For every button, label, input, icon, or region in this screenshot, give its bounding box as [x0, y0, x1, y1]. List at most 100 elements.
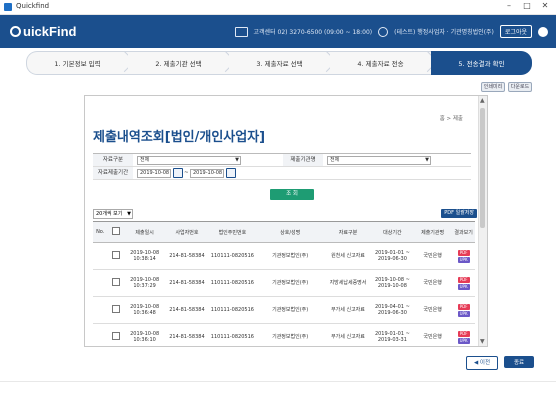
row-corp: 110111-0820516	[208, 242, 257, 270]
col-name: 상호/성명	[256, 221, 325, 243]
row-biz: 214-81-58384	[165, 323, 209, 346]
search-button[interactable]: 조 회	[270, 189, 314, 200]
row-period: 2019-01-01 ~ 2019-03-31	[371, 323, 414, 346]
row-corp: 110111-0820516	[208, 269, 257, 297]
col-type: 자료구분	[324, 221, 372, 243]
step-5-active[interactable]: 5. 전송결과 확인	[431, 51, 532, 75]
header-info: 고객센터 02) 3270-6500 (09:00 ~ 18:00) (테스트)…	[234, 25, 548, 38]
table-row: 2019-10-08 10:37:29 214-81-58384 110111-…	[93, 269, 475, 297]
app-icon	[4, 3, 12, 11]
doc-type-select[interactable]: 전체 ▼	[137, 156, 241, 165]
org-label: 제출기관명	[283, 154, 323, 166]
window-titlebar: Quickfind – □ ✕	[0, 0, 556, 15]
step-progress: 1. 기본정보 입력 2. 제출기관 선택 3. 제출자료 선택 4. 제출자료…	[26, 50, 532, 75]
row-name: 기관정보법인(주)	[256, 296, 325, 324]
download-button[interactable]: 다운로드	[508, 82, 532, 92]
pdf-save-all-button[interactable]: PDF 일괄저장	[441, 209, 477, 218]
row-checkbox[interactable]	[111, 305, 120, 313]
col-no: No.	[93, 221, 108, 243]
table-row: 2019-10-08 10:36:10 214-81-58384 110111-…	[93, 323, 475, 346]
row-org: 국민은행	[413, 242, 453, 270]
row-checkbox[interactable]	[111, 251, 120, 259]
maximize-button[interactable]: □	[520, 1, 534, 10]
monitor-icon	[234, 26, 248, 37]
select-all-checkbox[interactable]	[111, 227, 120, 235]
upk-button[interactable]: UPK	[457, 337, 470, 344]
row-period: 2019-10-08 ~ 2019-10-08	[371, 269, 414, 297]
minimize-button[interactable]: –	[502, 1, 516, 10]
page-size-select[interactable]: 20개씩 보기 ▼	[93, 209, 133, 219]
scroll-thumb[interactable]	[480, 108, 485, 228]
table-header-row: No. 제출일시 사업자번호 법인주민번호 상호/성명 자료구분 대상기간 제출…	[93, 221, 475, 243]
calendar-icon[interactable]	[173, 168, 183, 178]
row-biz: 214-81-58384	[165, 242, 209, 270]
row-type: 지방세납세증명서	[324, 269, 372, 297]
row-type: 부가세 신고자료	[324, 323, 372, 346]
date-to-input[interactable]: 2019-10-08	[190, 169, 224, 178]
col-corp: 법인주민번호	[208, 221, 257, 243]
top-button-group: 인쇄미리 다운로드	[481, 82, 532, 92]
step-2[interactable]: 2. 제출기관 선택	[128, 50, 237, 75]
prev-button[interactable]: ◀ 이전	[466, 356, 498, 370]
col-period: 대상기간	[371, 221, 414, 243]
close-button[interactable]: ✕	[538, 1, 552, 10]
print-preview-button[interactable]: 인쇄미리	[481, 82, 505, 92]
col-org: 제출기관명	[413, 221, 453, 243]
row-type: 부가세 신고자료	[324, 296, 372, 324]
breadcrumb: 홈 > 제출	[439, 116, 463, 122]
logo-q-icon	[10, 26, 21, 37]
upk-button[interactable]: UPK	[457, 310, 470, 317]
col-date: 제출일시	[123, 221, 166, 243]
table-row: 2019-10-08 10:38:14 214-81-58384 110111-…	[93, 242, 475, 270]
row-type: 원천세 신고자료	[324, 242, 372, 270]
form-row-type: 자료구분 전체 ▼ 제출기관명 전체 ▼	[93, 154, 471, 167]
search-form: 자료구분 전체 ▼ 제출기관명 전체 ▼ 자료제출기간 2019-10-08 ~ 2…	[93, 153, 471, 180]
pdf-button[interactable]: PDF	[457, 249, 470, 256]
row-name: 기관정보법인(주)	[256, 242, 325, 270]
quickfind-logo: uickFind	[10, 24, 76, 39]
result-panel: 홈 > 제출 제출내역조회[법인/개인사업자] 자료구분 전체 ▼ 제출기관명 전…	[84, 95, 488, 347]
col-biz: 사업자번호	[165, 221, 209, 243]
logout-button[interactable]: 로그아웃	[499, 25, 532, 38]
row-corp: 110111-0820516	[208, 296, 257, 324]
step-4[interactable]: 4. 제출자료 전송	[330, 50, 439, 75]
pdf-button[interactable]: PDF	[457, 276, 470, 283]
row-date: 2019-10-08 10:37:29	[123, 269, 166, 297]
row-org: 국민은행	[413, 269, 453, 297]
date-separator: ~	[184, 170, 189, 176]
app-header: uickFind 고객센터 02) 3270-6500 (09:00 ~ 18:…	[0, 15, 556, 48]
upk-button[interactable]: UPK	[457, 256, 470, 263]
row-name: 기관정보법인(주)	[256, 323, 325, 346]
support-phone: 고객센터 02) 3270-6500 (09:00 ~ 18:00)	[253, 29, 373, 36]
gear-icon[interactable]	[538, 26, 548, 37]
calendar-icon[interactable]	[226, 168, 236, 178]
result-table: No. 제출일시 사업자번호 법인주민번호 상호/성명 자료구분 대상기간 제출…	[93, 221, 475, 346]
bottom-divider	[0, 381, 556, 382]
panel-scrollbar[interactable]: ▲ ▼	[478, 96, 487, 346]
row-biz: 214-81-58384	[165, 269, 209, 297]
table-row: 2019-10-08 10:36:48 214-81-58384 110111-…	[93, 296, 475, 324]
end-button[interactable]: 종료	[504, 356, 534, 368]
date-from-input[interactable]: 2019-10-08	[137, 169, 171, 178]
row-date: 2019-10-08 10:38:14	[123, 242, 166, 270]
upk-button[interactable]: UPK	[457, 283, 470, 290]
step-1[interactable]: 1. 기본정보 입력	[26, 50, 136, 75]
period-label: 자료제출기간	[93, 167, 133, 179]
doc-type-label: 자료구분	[93, 154, 133, 166]
row-date: 2019-10-08 10:36:48	[123, 296, 166, 324]
row-org: 국민은행	[413, 296, 453, 324]
row-checkbox[interactable]	[111, 278, 120, 286]
window-title: Quickfind	[16, 2, 50, 10]
step-3[interactable]: 3. 제출자료 선택	[229, 50, 338, 75]
col-check	[107, 221, 124, 243]
scroll-up-arrow-icon[interactable]: ▲	[480, 97, 485, 104]
pdf-button[interactable]: PDF	[457, 330, 470, 337]
org-select[interactable]: 전체 ▼	[327, 156, 431, 165]
pdf-button[interactable]: PDF	[457, 303, 470, 310]
page-title: 제출내역조회[법인/개인사업자]	[93, 130, 266, 145]
row-org: 국민은행	[413, 323, 453, 346]
row-checkbox[interactable]	[111, 332, 120, 340]
row-period: 2019-04-01 ~ 2019-06-30	[371, 296, 414, 324]
row-date: 2019-10-08 10:36:10	[123, 323, 166, 346]
scroll-down-arrow-icon[interactable]: ▼	[480, 338, 485, 345]
